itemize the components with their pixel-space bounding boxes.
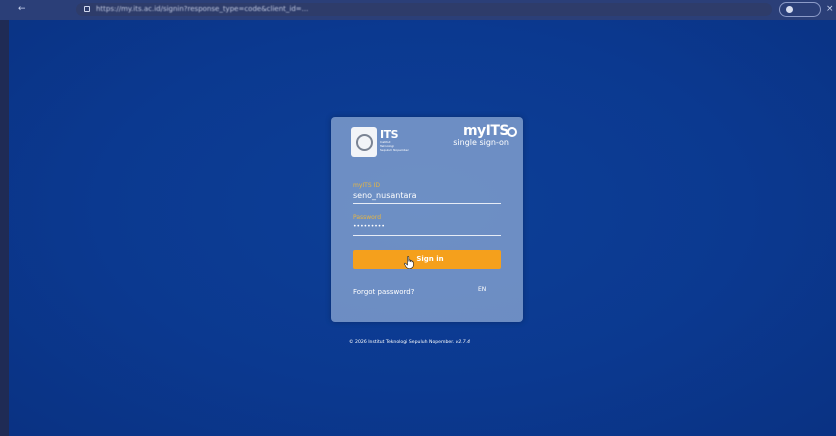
- language-toggle[interactable]: EN: [478, 286, 486, 294]
- url-text[interactable]: https://my.its.ac.id/signin?response_typ…: [96, 4, 308, 15]
- address-bar[interactable]: https://my.its.ac.id/signin?response_typ…: [76, 3, 772, 16]
- forgot-password-link[interactable]: Forgot password?: [353, 288, 414, 297]
- myits-id-input[interactable]: [353, 191, 501, 201]
- window-edge: [0, 20, 9, 436]
- profile-avatar-icon: [786, 6, 793, 13]
- myits-subtitle: single sign-on: [453, 138, 509, 147]
- emblem-ring: [355, 133, 373, 151]
- screen: ← https://my.its.ac.id/signin?response_t…: [0, 0, 836, 436]
- myits-id-label: myITS ID: [353, 182, 380, 189]
- version-text: v2.7.4: [455, 340, 471, 345]
- sign-in-button[interactable]: Sign in: [353, 250, 501, 269]
- myits-swoosh-icon: [507, 127, 517, 137]
- myits-logo-group: myITS single sign-on: [439, 121, 517, 147]
- sign-in-label: Sign in: [416, 255, 444, 263]
- browser-toolbar: ← https://my.its.ac.id/signin?response_t…: [0, 0, 836, 20]
- copyright-text: © 2026 Institut Teknologi Sepuluh Nopemb…: [349, 340, 455, 345]
- login-card: ITS Institut Teknologi Sepuluh Nopember …: [331, 117, 523, 322]
- password-underline: [353, 235, 501, 236]
- myits-logo: myITS: [462, 123, 510, 139]
- profile-button[interactable]: [779, 2, 821, 17]
- password-label: Password: [353, 214, 382, 221]
- myits-id-underline: [353, 203, 501, 204]
- its-tagline: Institut Teknologi Sepuluh Nopember: [380, 140, 409, 152]
- lock-icon: [84, 6, 90, 12]
- close-icon[interactable]: ×: [826, 3, 834, 15]
- back-arrow-icon[interactable]: ←: [18, 3, 26, 15]
- password-input[interactable]: [353, 222, 501, 232]
- its-emblem-icon: [351, 127, 377, 157]
- footer-copyright: © 2026 Institut Teknologi Sepuluh Nopemb…: [349, 339, 470, 346]
- hand-pointer-icon: [404, 256, 414, 269]
